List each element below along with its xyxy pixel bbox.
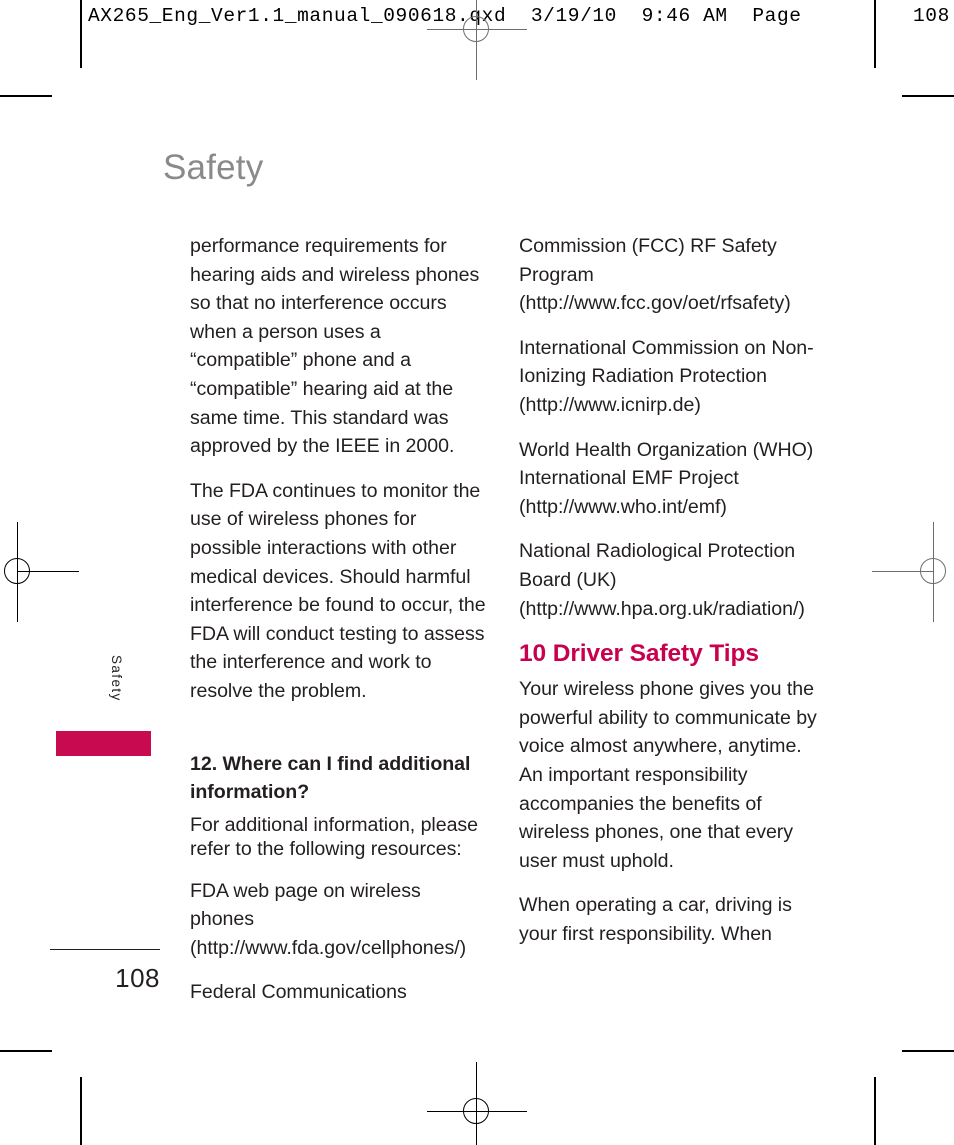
body-column-right: Commission (FCC) RF Safety Program (http… (519, 232, 817, 964)
paragraph: When operating a car, driving is your fi… (519, 894, 792, 945)
footer-divider (50, 949, 160, 950)
paragraph: Your wireless phone gives you the powerf… (519, 678, 817, 872)
print-header-spacer-2 (617, 5, 642, 27)
print-header-spacer-3 (728, 5, 753, 27)
crop-mark-bottom-right-vertical (874, 1077, 876, 1145)
crop-mark-bottom-left-vertical (80, 1077, 82, 1145)
paragraph: performance requirements for hearing aid… (190, 235, 480, 458)
side-tab-color-block (56, 731, 151, 756)
print-header-spacer-1 (506, 5, 531, 27)
crop-mark-top-right-horizontal (902, 95, 954, 97)
resource-item: International Commission on Non-Ionizing… (519, 336, 814, 416)
registration-mark-top-circle (463, 16, 489, 42)
registration-mark-left-circle (4, 558, 30, 584)
crop-mark-top-right-vertical (874, 0, 876, 68)
registration-mark-top (427, 0, 527, 80)
registration-mark-left (0, 522, 79, 622)
print-header-date: 3/19/10 (530, 5, 617, 27)
print-header-time: 9:46 AM (641, 5, 728, 27)
crop-mark-top-left-vertical (80, 0, 82, 68)
page-number: 108 (115, 963, 160, 993)
crop-mark-bottom-right-horizontal (902, 1050, 954, 1052)
page-title: Safety (163, 148, 264, 187)
resource-item-continuation: Commission (FCC) RF Safety Program (http… (519, 235, 791, 315)
registration-mark-right (872, 522, 954, 622)
body-column-left: performance requirements for hearing aid… (190, 232, 488, 1023)
print-header-filename: AX265_Eng_Ver1.1_manual_090618.qxd (88, 5, 507, 27)
crop-mark-bottom-left-horizontal (0, 1050, 52, 1052)
print-header-page-value: 108 (913, 5, 950, 27)
print-header-page-label: Page (752, 5, 802, 27)
resource-item: FDA web page on wireless phones (http://… (190, 879, 467, 959)
section-heading: 10 Driver Safety Tips (519, 640, 759, 668)
print-header-spacer-4 (802, 5, 814, 27)
registration-mark-right-circle (920, 558, 946, 584)
crop-mark-top-left-horizontal (0, 95, 52, 97)
registration-mark-bottom (427, 1062, 527, 1145)
side-tab-label: Safety (109, 655, 124, 702)
manual-page: AX265_Eng_Ver1.1_manual_090618.qxd 3/19/… (0, 0, 954, 1145)
resource-item-continued: Federal Communications (190, 981, 407, 1004)
faq-intro: For additional information, please refer… (190, 813, 479, 860)
registration-mark-bottom-circle (463, 1098, 489, 1124)
print-header: AX265_Eng_Ver1.1_manual_090618.qxd 3/19/… (88, 5, 814, 27)
paragraph: The FDA continues to monitor the use of … (190, 479, 486, 702)
faq-heading: 12. Where can I find additional informat… (190, 752, 471, 804)
resource-item: World Health Organization (WHO) Internat… (519, 438, 814, 518)
resource-item: National Radiological Protection Board (… (519, 540, 805, 620)
